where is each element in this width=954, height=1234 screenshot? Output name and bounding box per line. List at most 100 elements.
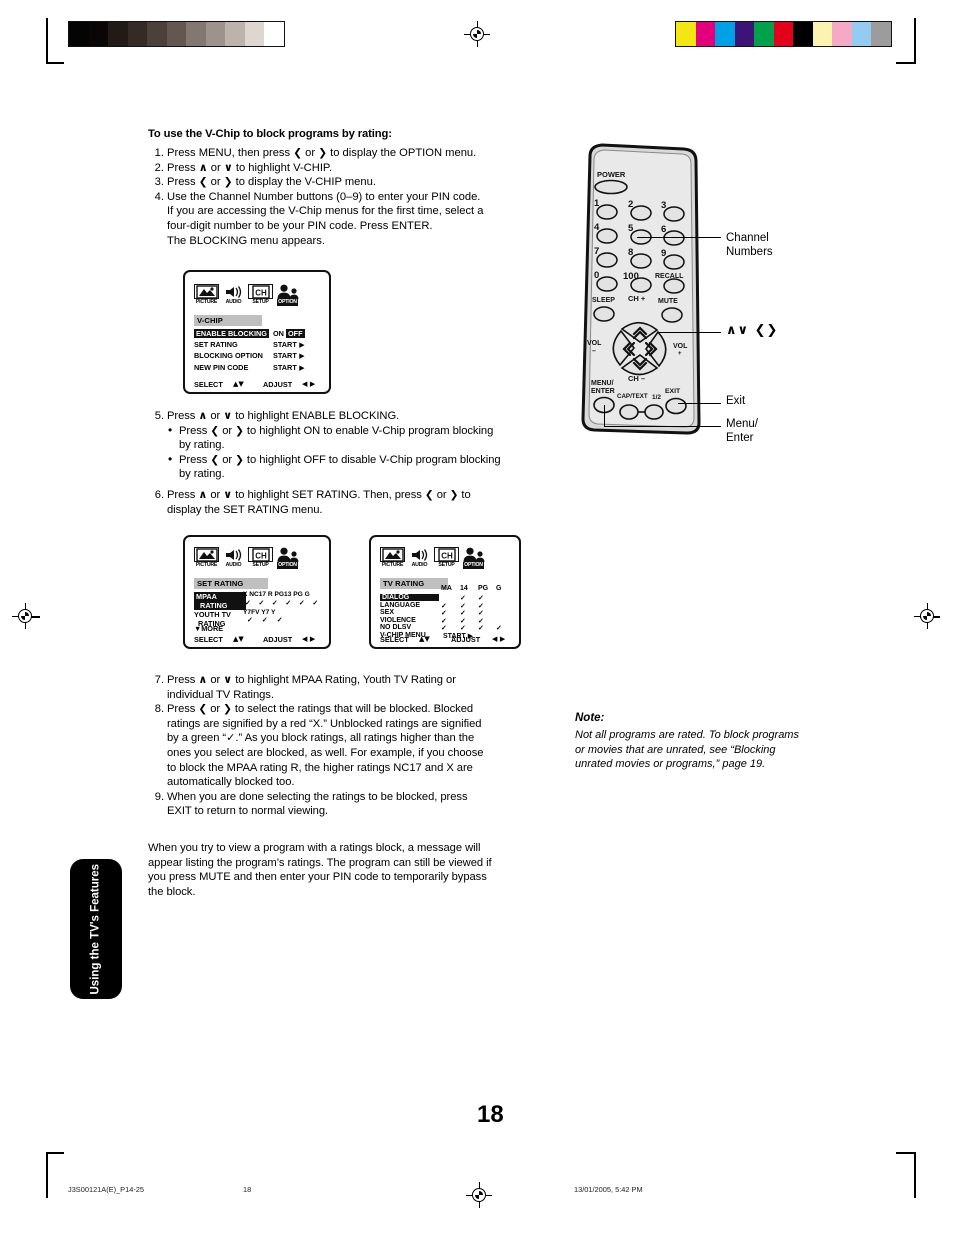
grayscale-swatch — [205, 22, 225, 46]
note-block: Note: Not all programs are rated. To blo… — [575, 712, 865, 772]
osd-icon-label: OPTION — [277, 562, 298, 569]
osd-icon-audio[interactable]: AUDIO — [221, 545, 246, 569]
color-swatch — [812, 22, 832, 46]
osd-vchip-row-label[interactable]: SET RATING — [194, 340, 238, 349]
osd-vchip-row-label[interactable]: NEW PIN CODE — [194, 363, 248, 372]
osd-vchip-row-value[interactable]: START ▶ — [273, 363, 305, 372]
leader-line-exit — [678, 403, 721, 405]
osd-icon-picture[interactable]: PICTURE — [380, 545, 405, 569]
step-line: Use the Channel Number buttons (0–9) to … — [167, 190, 481, 203]
crop-mark-top-right-horizontal — [896, 62, 914, 64]
osd-icon-label: SETUP — [252, 299, 269, 305]
updown-arrow-icon: ∨ — [223, 673, 233, 686]
setup-icon: CH — [434, 547, 459, 562]
step-line: individual TV Ratings. — [167, 688, 274, 701]
instruction-step: 6. Press ∧ or ∨ to highlight SET RATING. … — [148, 488, 568, 517]
instruction-step: 4. Use the Channel Number buttons (0–9) t… — [148, 190, 568, 248]
step-number: 4. — [154, 190, 164, 203]
bullet-line2: by rating. — [179, 468, 225, 481]
osd-highlighted-label: MPAA RATING — [194, 592, 246, 610]
color-swatch — [871, 22, 891, 46]
osd-footer-select-tv-rating: SELECT — [380, 635, 409, 644]
osd-highlighted-label: DIALOG — [380, 594, 439, 601]
osd-vchip-row-label[interactable]: BLOCKING OPTION — [194, 351, 263, 360]
osd-icon-audio[interactable]: AUDIO — [407, 545, 432, 569]
step-6: 6. Press ∧ or ∨ to highlight SET RATING. … — [148, 488, 568, 517]
osd-icon-label: AUDIO — [411, 562, 428, 568]
osd-icon-setup[interactable]: CH SETUP — [248, 282, 273, 306]
note-line: unrated movies or programs,” page 19. — [575, 758, 766, 771]
osd-tv-rating-row-label[interactable]: NO DLSV — [380, 624, 411, 631]
leftright-arrow-icon: ❯ — [449, 489, 459, 501]
leftright-arrow-icon: ❯ — [318, 147, 328, 159]
paragraph-line: appear listing the program’s ratings. Th… — [148, 856, 492, 869]
osd-highlighted-label: ENABLE BLOCKING — [194, 329, 269, 338]
osd-icon-audio[interactable]: AUDIO — [221, 282, 246, 306]
color-calibration-bar — [675, 21, 892, 47]
osd-set-rating-menu: PICTURE AUDIO CH SETUP OPTION SET RATING MPA… — [183, 535, 331, 649]
osd-tv-rating-row-label[interactable]: DIALOG — [380, 594, 439, 601]
osd-icon-setup[interactable]: CH SETUP — [248, 545, 273, 569]
registration-mark-right — [914, 603, 940, 629]
leftright-arrow-icon: ❯ — [235, 453, 244, 466]
svg-text:ENTER: ENTER — [591, 388, 615, 395]
crop-mark-bottom-left-vertical — [46, 1152, 48, 1198]
updown-arrow-icon: ∧ — [198, 488, 208, 501]
osd-tv-rating-row-label[interactable]: SEX — [380, 609, 394, 616]
callout-channel-numbers-line2: Numbers — [726, 246, 773, 258]
osd-icon-picture[interactable]: PICTURE — [194, 282, 219, 306]
osd-icon-row-set-rating: PICTURE AUDIO CH SETUP OPTION — [194, 545, 300, 569]
picture-icon — [194, 284, 219, 299]
color-swatch — [832, 22, 852, 46]
osd-footer-adjust-icons-vchip: ◀ ▶ — [302, 380, 316, 388]
osd-icon-setup[interactable]: CH SETUP — [434, 545, 459, 569]
callout-channel-numbers-line1: Channel — [726, 232, 769, 244]
osd-icon-option[interactable]: OPTION — [461, 545, 486, 569]
color-swatch — [734, 22, 754, 46]
osd-youth-columns: Y7FV Y7 Y — [243, 609, 276, 616]
osd-vchip-row-label[interactable]: ENABLE BLOCKING — [194, 329, 269, 338]
osd-vchip-row-value[interactable]: START ▶ — [273, 351, 305, 360]
step-number: 1. — [154, 147, 164, 159]
updown-arrow-icon: ∨ — [223, 488, 233, 501]
svg-text:MENU/: MENU/ — [591, 380, 614, 387]
osd-icon-option[interactable]: OPTION — [275, 545, 300, 569]
step-line: If you are accessing the V-Chip menus fo… — [167, 205, 484, 218]
svg-text:1/2: 1/2 — [652, 394, 661, 401]
osd-tv-rating-row-label[interactable]: LANGUAGE — [380, 602, 420, 609]
osd-footer-select-set-rating: SELECT — [194, 635, 223, 644]
osd-icon-label: AUDIO — [225, 299, 242, 305]
leftright-arrow-icon: ❮ — [424, 489, 434, 501]
leader-line-menu-enter-horizontal — [604, 426, 721, 428]
setup-icon: CH — [248, 547, 273, 562]
leftright-arrow-icon: ❯ — [235, 424, 244, 437]
osd-footer-adjust-icons-tv-rating: ◀ ▶ — [492, 635, 506, 643]
osd-icon-label: OPTION — [463, 562, 484, 569]
osd-footer-adjust-set-rating: ADJUST — [263, 635, 293, 644]
paragraph-line: When you try to view a program with a ra… — [148, 842, 481, 854]
callout-menu-enter-line1: Menu/ — [726, 418, 758, 430]
osd-footer-adjust-icons-set-rating: ◀ ▶ — [302, 635, 316, 643]
side-tab-chapter: Using the TV's Features — [70, 859, 122, 999]
color-swatch — [773, 22, 793, 46]
svg-text:SLEEP: SLEEP — [592, 297, 615, 304]
note-line: Not all programs are rated. To block pro… — [575, 729, 799, 741]
svg-text:CH: CH — [255, 288, 267, 297]
osd-icon-picture[interactable]: PICTURE — [194, 545, 219, 569]
leftright-arrow-icon: ❯ — [223, 176, 233, 189]
osd-title-vchip: V-CHIP — [194, 315, 262, 326]
osd-tv-rating-row-label[interactable]: VIOLENCE — [380, 617, 416, 624]
note-heading: Note: — [575, 712, 605, 724]
footer-filename: J3S00121A(E)_P14-25 — [68, 1185, 145, 1194]
svg-text:VOL: VOL — [673, 343, 688, 350]
grayscale-swatch — [108, 22, 128, 46]
instruction-step: 7. Press ∧ or ∨ to highlight MPAA Rating,… — [148, 673, 568, 702]
osd-title-tv-rating: TV RATING — [380, 578, 448, 589]
osd-vchip-row-value[interactable]: START ▶ — [273, 340, 305, 349]
osd-icon-option[interactable]: OPTION — [275, 282, 300, 306]
osd-vchip-row-value[interactable]: ON OFF — [273, 329, 305, 338]
footer-page: 18 — [243, 1185, 252, 1194]
osd-mpaa-columns: X NC17 R PG13 PG G — [243, 591, 310, 598]
osd-mpaa-rating-label[interactable]: MPAA RATING — [194, 592, 246, 610]
grayscale-swatch — [264, 22, 284, 46]
